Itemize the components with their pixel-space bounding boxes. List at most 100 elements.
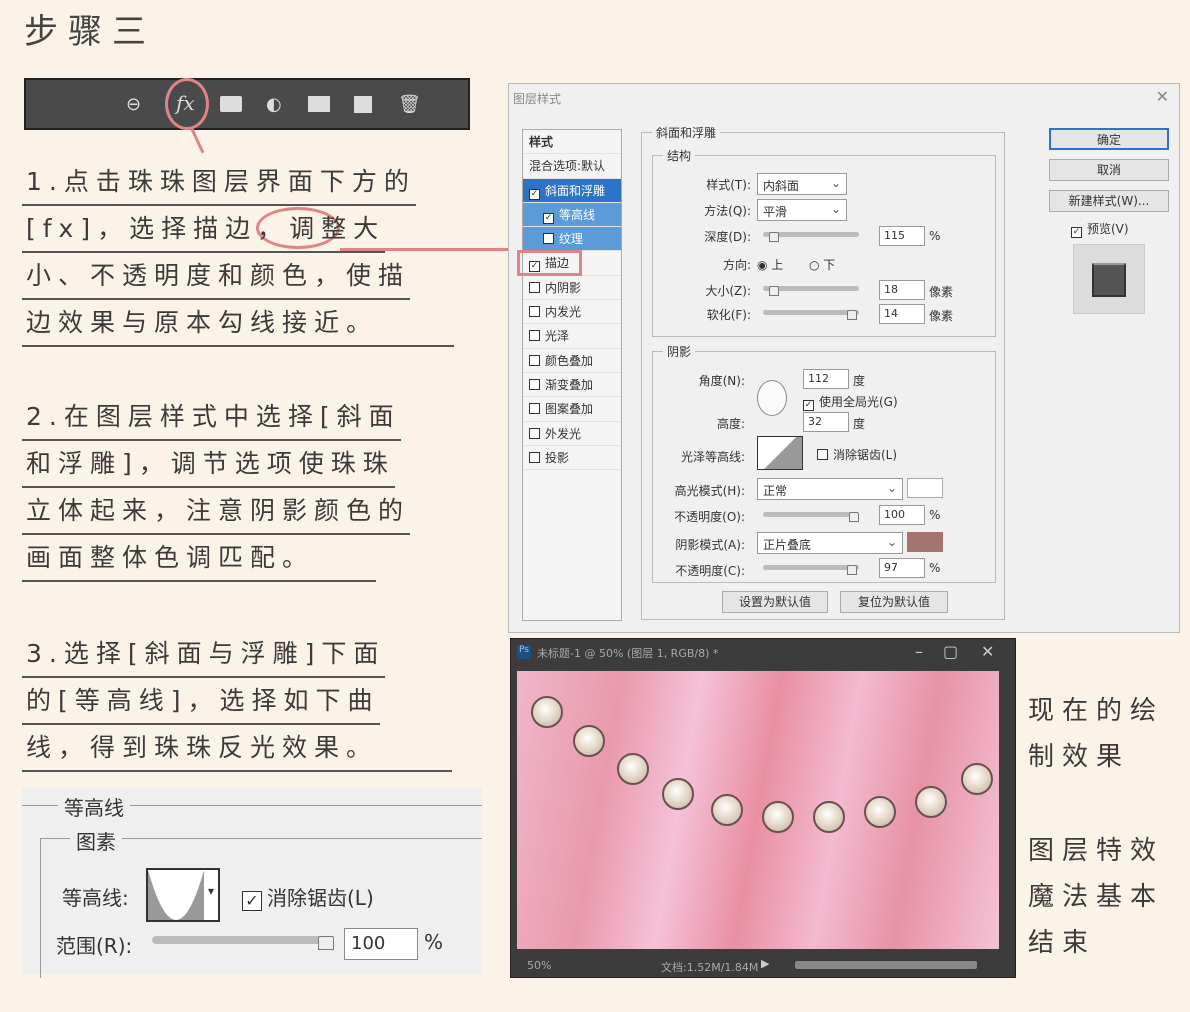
slider-thumb[interactable] bbox=[318, 936, 334, 950]
checkbox[interactable] bbox=[529, 403, 540, 415]
highlight-color-swatch[interactable] bbox=[907, 478, 943, 498]
styles-header[interactable]: 样式 bbox=[523, 130, 621, 155]
pearl bbox=[617, 753, 649, 785]
style-item[interactable]: 图案叠加 bbox=[523, 397, 621, 422]
shadow-opacity-input[interactable]: 97 bbox=[879, 558, 925, 578]
style-item[interactable]: 内阴影 bbox=[523, 276, 621, 301]
trash-icon[interactable]: 🗑 bbox=[398, 94, 421, 115]
angle-dial[interactable] bbox=[757, 380, 787, 416]
antialias-checkbox[interactable]: ✓ 消除锯齿(L) bbox=[242, 882, 374, 911]
style-item[interactable]: 纹理 bbox=[523, 227, 621, 252]
shadow-mode-select[interactable]: 正片叠底 ⌄ bbox=[757, 532, 903, 554]
mask-icon[interactable] bbox=[220, 96, 242, 112]
size-input[interactable]: 18 bbox=[879, 280, 925, 300]
contour-curve-icon bbox=[148, 870, 204, 920]
preview-checkbox[interactable]: ✓ 预览(V) bbox=[1071, 220, 1129, 238]
contour-picker[interactable]: ▾ bbox=[146, 868, 220, 922]
checkbox[interactable] bbox=[529, 306, 540, 318]
technique-select[interactable]: 平滑 ⌄ bbox=[757, 199, 847, 221]
horizontal-scrollbar[interactable] bbox=[795, 961, 977, 969]
highlight-mode-select[interactable]: 正常 ⌄ bbox=[757, 478, 903, 500]
checkbox-label: 使用全局光(G) bbox=[819, 395, 898, 409]
style-item[interactable]: 投影 bbox=[523, 446, 621, 471]
style-item[interactable]: 外发光 bbox=[523, 422, 621, 446]
highlight-opacity-input[interactable]: 100 bbox=[879, 505, 925, 525]
contour-label: 等高线: bbox=[62, 886, 129, 910]
slider-thumb[interactable] bbox=[849, 512, 859, 522]
cancel-button[interactable]: 取消 bbox=[1049, 159, 1169, 181]
blend-options[interactable]: 混合选项:默认 bbox=[523, 154, 621, 179]
shadow-opacity-slider[interactable] bbox=[763, 565, 859, 575]
ok-button[interactable]: 确定 bbox=[1049, 128, 1169, 150]
style-item[interactable]: 渐变叠加 bbox=[523, 373, 621, 398]
annotation-line bbox=[190, 128, 205, 154]
link-icon[interactable]: ⊖ bbox=[126, 94, 141, 115]
slider-thumb[interactable] bbox=[847, 565, 857, 575]
soften-label: 软化(F): bbox=[706, 308, 751, 322]
canvas-artwork bbox=[517, 671, 999, 949]
style-select[interactable]: 内斜面 ⌄ bbox=[757, 173, 847, 195]
checkbox[interactable] bbox=[529, 281, 540, 293]
step1-line: 小、不透明度和颜色，使描 bbox=[22, 256, 411, 300]
checkbox[interactable]: ✓ bbox=[803, 400, 814, 411]
global-light-checkbox[interactable]: ✓ 使用全局光(G) bbox=[803, 393, 898, 411]
highlight-opacity-slider[interactable] bbox=[763, 512, 859, 522]
range-input[interactable]: 100 bbox=[344, 928, 418, 960]
altitude-input[interactable]: 32 bbox=[803, 412, 849, 432]
style-item-label: 斜面和浮雕 bbox=[545, 183, 606, 198]
style-item[interactable]: 内发光 bbox=[523, 300, 621, 325]
style-item-label: 颜色叠加 bbox=[545, 353, 594, 368]
note-line: 制效果 bbox=[1028, 742, 1131, 772]
checkbox[interactable] bbox=[543, 233, 554, 245]
angle-input[interactable]: 112 bbox=[803, 369, 849, 389]
checkbox[interactable]: ✓ bbox=[543, 212, 554, 224]
folder-icon[interactable] bbox=[308, 96, 330, 112]
new-style-button[interactable]: 新建样式(W)... bbox=[1049, 190, 1169, 212]
depth-slider[interactable] bbox=[763, 232, 859, 242]
zoom-level[interactable]: 50% bbox=[527, 959, 551, 972]
checkbox[interactable] bbox=[529, 330, 540, 342]
checkbox[interactable]: ✓ bbox=[242, 891, 262, 911]
range-slider[interactable] bbox=[152, 936, 334, 950]
maximize-icon[interactable]: ▢ bbox=[943, 642, 958, 661]
checkbox[interactable] bbox=[529, 354, 540, 366]
slider-thumb[interactable] bbox=[769, 286, 779, 296]
size-slider[interactable] bbox=[763, 286, 859, 296]
shadow-mode-value: 正片叠底 bbox=[763, 538, 812, 552]
depth-input[interactable]: 115 bbox=[879, 226, 925, 246]
checkbox[interactable] bbox=[817, 449, 828, 460]
style-item[interactable]: 光泽 bbox=[523, 324, 621, 349]
layers-panel-toolbar: ⊖ fx ◐ 🗑 bbox=[24, 78, 470, 130]
soften-slider[interactable] bbox=[763, 310, 859, 320]
set-default-button[interactable]: 设置为默认值 bbox=[722, 591, 828, 613]
gloss-contour-picker[interactable] bbox=[757, 436, 803, 470]
new-layer-icon[interactable] bbox=[354, 96, 372, 113]
slider-thumb[interactable] bbox=[769, 232, 779, 242]
play-icon[interactable]: ▶ bbox=[761, 957, 769, 970]
slider-thumb[interactable] bbox=[847, 310, 857, 320]
checkbox[interactable] bbox=[529, 451, 540, 463]
style-item-label: 内阴影 bbox=[545, 280, 582, 295]
checkbox[interactable] bbox=[529, 427, 540, 439]
adjustment-icon[interactable]: ◐ bbox=[266, 94, 282, 115]
note-line: 魔法基本 bbox=[1028, 882, 1165, 912]
soften-input[interactable]: 14 bbox=[879, 304, 925, 324]
style-item[interactable]: 颜色叠加 bbox=[523, 349, 621, 373]
checkbox[interactable]: ✓ bbox=[529, 188, 540, 200]
antialias-checkbox[interactable]: 消除锯齿(L) bbox=[817, 446, 897, 463]
minimize-icon[interactable]: – bbox=[915, 642, 923, 661]
size-label: 大小(Z): bbox=[705, 284, 751, 298]
close-icon[interactable]: ✕ bbox=[981, 642, 994, 661]
angle-label: 角度(N): bbox=[698, 374, 745, 388]
direction-down-radio[interactable]: ○ 下 bbox=[809, 256, 835, 273]
direction-up-radio[interactable]: ◉ 上 bbox=[757, 256, 783, 273]
reset-default-button[interactable]: 复位为默认值 bbox=[840, 591, 948, 613]
checkbox[interactable]: ✓ bbox=[1071, 227, 1082, 238]
step2-line: 画面整体色调匹配。 bbox=[22, 538, 376, 582]
unit: % bbox=[929, 561, 941, 575]
style-item[interactable]: ✓ 斜面和浮雕 bbox=[523, 178, 621, 203]
shadow-color-swatch[interactable] bbox=[907, 532, 943, 552]
style-item[interactable]: ✓ 等高线 bbox=[523, 202, 621, 228]
close-icon[interactable]: ✕ bbox=[1156, 87, 1169, 106]
checkbox[interactable] bbox=[529, 378, 540, 390]
